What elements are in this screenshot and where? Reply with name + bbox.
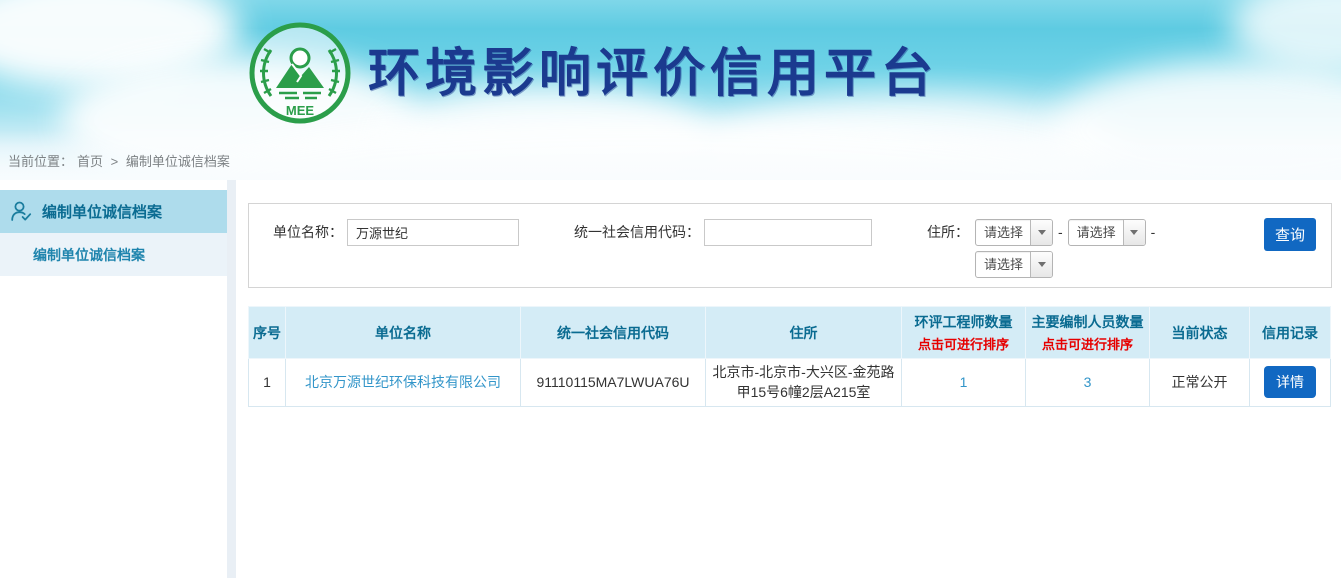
sidebar-subitem-credit-archive[interactable]: 编制单位诚信档案	[0, 233, 227, 276]
company-name-input[interactable]	[347, 219, 519, 246]
query-button[interactable]: 查询	[1264, 218, 1316, 251]
address-district-select[interactable]: 请选择	[975, 251, 1053, 278]
breadcrumb: 当前位置： 首页 > 编制单位诚信档案	[8, 151, 234, 170]
breadcrumb-separator: >	[111, 154, 119, 169]
breadcrumb-current[interactable]: 编制单位诚信档案	[126, 154, 230, 169]
sidebar-item-credit-archive[interactable]: 编制单位诚信档案	[0, 190, 227, 233]
chevron-down-icon[interactable]	[1030, 220, 1052, 245]
header-credit-record: 信用记录	[1250, 307, 1331, 359]
company-name-link[interactable]: 北京万源世纪环保科技有限公司	[305, 374, 501, 390]
chevron-down-icon[interactable]	[1123, 220, 1145, 245]
sidebar-item-label: 编制单位诚信档案	[42, 201, 162, 222]
header-staff-count-sortable[interactable]: 主要编制人员数量 点击可进行排序	[1026, 307, 1150, 359]
cell-credit-code: 91110115MA7LWUA76U	[521, 359, 706, 407]
credit-code-input[interactable]	[704, 219, 872, 246]
table-header-row: 序号 单位名称 统一社会信用代码 住所 环评工程师数量 点击可进行排序 主要编制…	[249, 307, 1331, 359]
cell-seq: 1	[249, 359, 286, 407]
sidebar-subitem-label: 编制单位诚信档案	[33, 245, 145, 265]
detail-button[interactable]: 详情	[1264, 366, 1316, 398]
site-header: MEE 环境影响评价信用平台 当前位置： 首页 > 编制单位诚信档案	[0, 0, 1341, 180]
header-credit-code: 统一社会信用代码	[521, 307, 706, 359]
cell-status: 正常公开	[1150, 359, 1250, 407]
address-province-select[interactable]: 请选择	[975, 219, 1053, 246]
user-check-icon	[10, 200, 33, 223]
sort-hint[interactable]: 点击可进行排序	[1029, 334, 1146, 353]
breadcrumb-home-link[interactable]: 首页	[77, 154, 103, 169]
address-separator: -	[1058, 219, 1063, 246]
staff-count-link[interactable]: 3	[1084, 374, 1092, 390]
address-city-value: 请选择	[1069, 220, 1123, 245]
address-label: 住所：	[927, 219, 969, 246]
chevron-down-icon[interactable]	[1030, 252, 1052, 277]
content-area: 单位名称： 统一社会信用代码： 住所： 请选择 请选择	[236, 180, 1341, 578]
cell-address: 北京市-北京市-大兴区-金苑路甲15号6幢2层A215室	[706, 359, 902, 407]
results-table: 序号 单位名称 统一社会信用代码 住所 环评工程师数量 点击可进行排序 主要编制…	[248, 306, 1331, 407]
sidebar: 编制单位诚信档案 编制单位诚信档案	[0, 180, 227, 578]
header-engineer-count-sortable[interactable]: 环评工程师数量 点击可进行排序	[902, 307, 1026, 359]
header-status: 当前状态	[1150, 307, 1250, 359]
sort-hint[interactable]: 点击可进行排序	[905, 334, 1022, 353]
engineer-count-link[interactable]: 1	[960, 374, 968, 390]
breadcrumb-prefix: 当前位置：	[8, 154, 73, 169]
credit-code-label: 统一社会信用代码：	[574, 219, 700, 246]
address-province-value: 请选择	[976, 220, 1030, 245]
mee-logo-icon: MEE	[247, 20, 353, 126]
sidebar-content-divider	[227, 180, 236, 578]
header-address: 住所	[706, 307, 902, 359]
page-title: 环境影响评价信用平台	[368, 36, 938, 112]
address-city-select[interactable]: 请选择	[1068, 219, 1146, 246]
address-separator: -	[1151, 219, 1156, 246]
header-company: 单位名称	[286, 307, 521, 359]
company-name-label: 单位名称：	[273, 219, 343, 246]
search-panel: 单位名称： 统一社会信用代码： 住所： 请选择 请选择	[248, 203, 1332, 288]
main-area: 编制单位诚信档案 编制单位诚信档案 单位名称： 统一社会信用代码： 住所：	[0, 180, 1341, 578]
svg-text:MEE: MEE	[286, 103, 315, 118]
address-district-value: 请选择	[976, 252, 1030, 277]
table-row: 1 北京万源世纪环保科技有限公司 91110115MA7LWUA76U 北京市-…	[249, 359, 1331, 407]
header-seq: 序号	[249, 307, 286, 359]
